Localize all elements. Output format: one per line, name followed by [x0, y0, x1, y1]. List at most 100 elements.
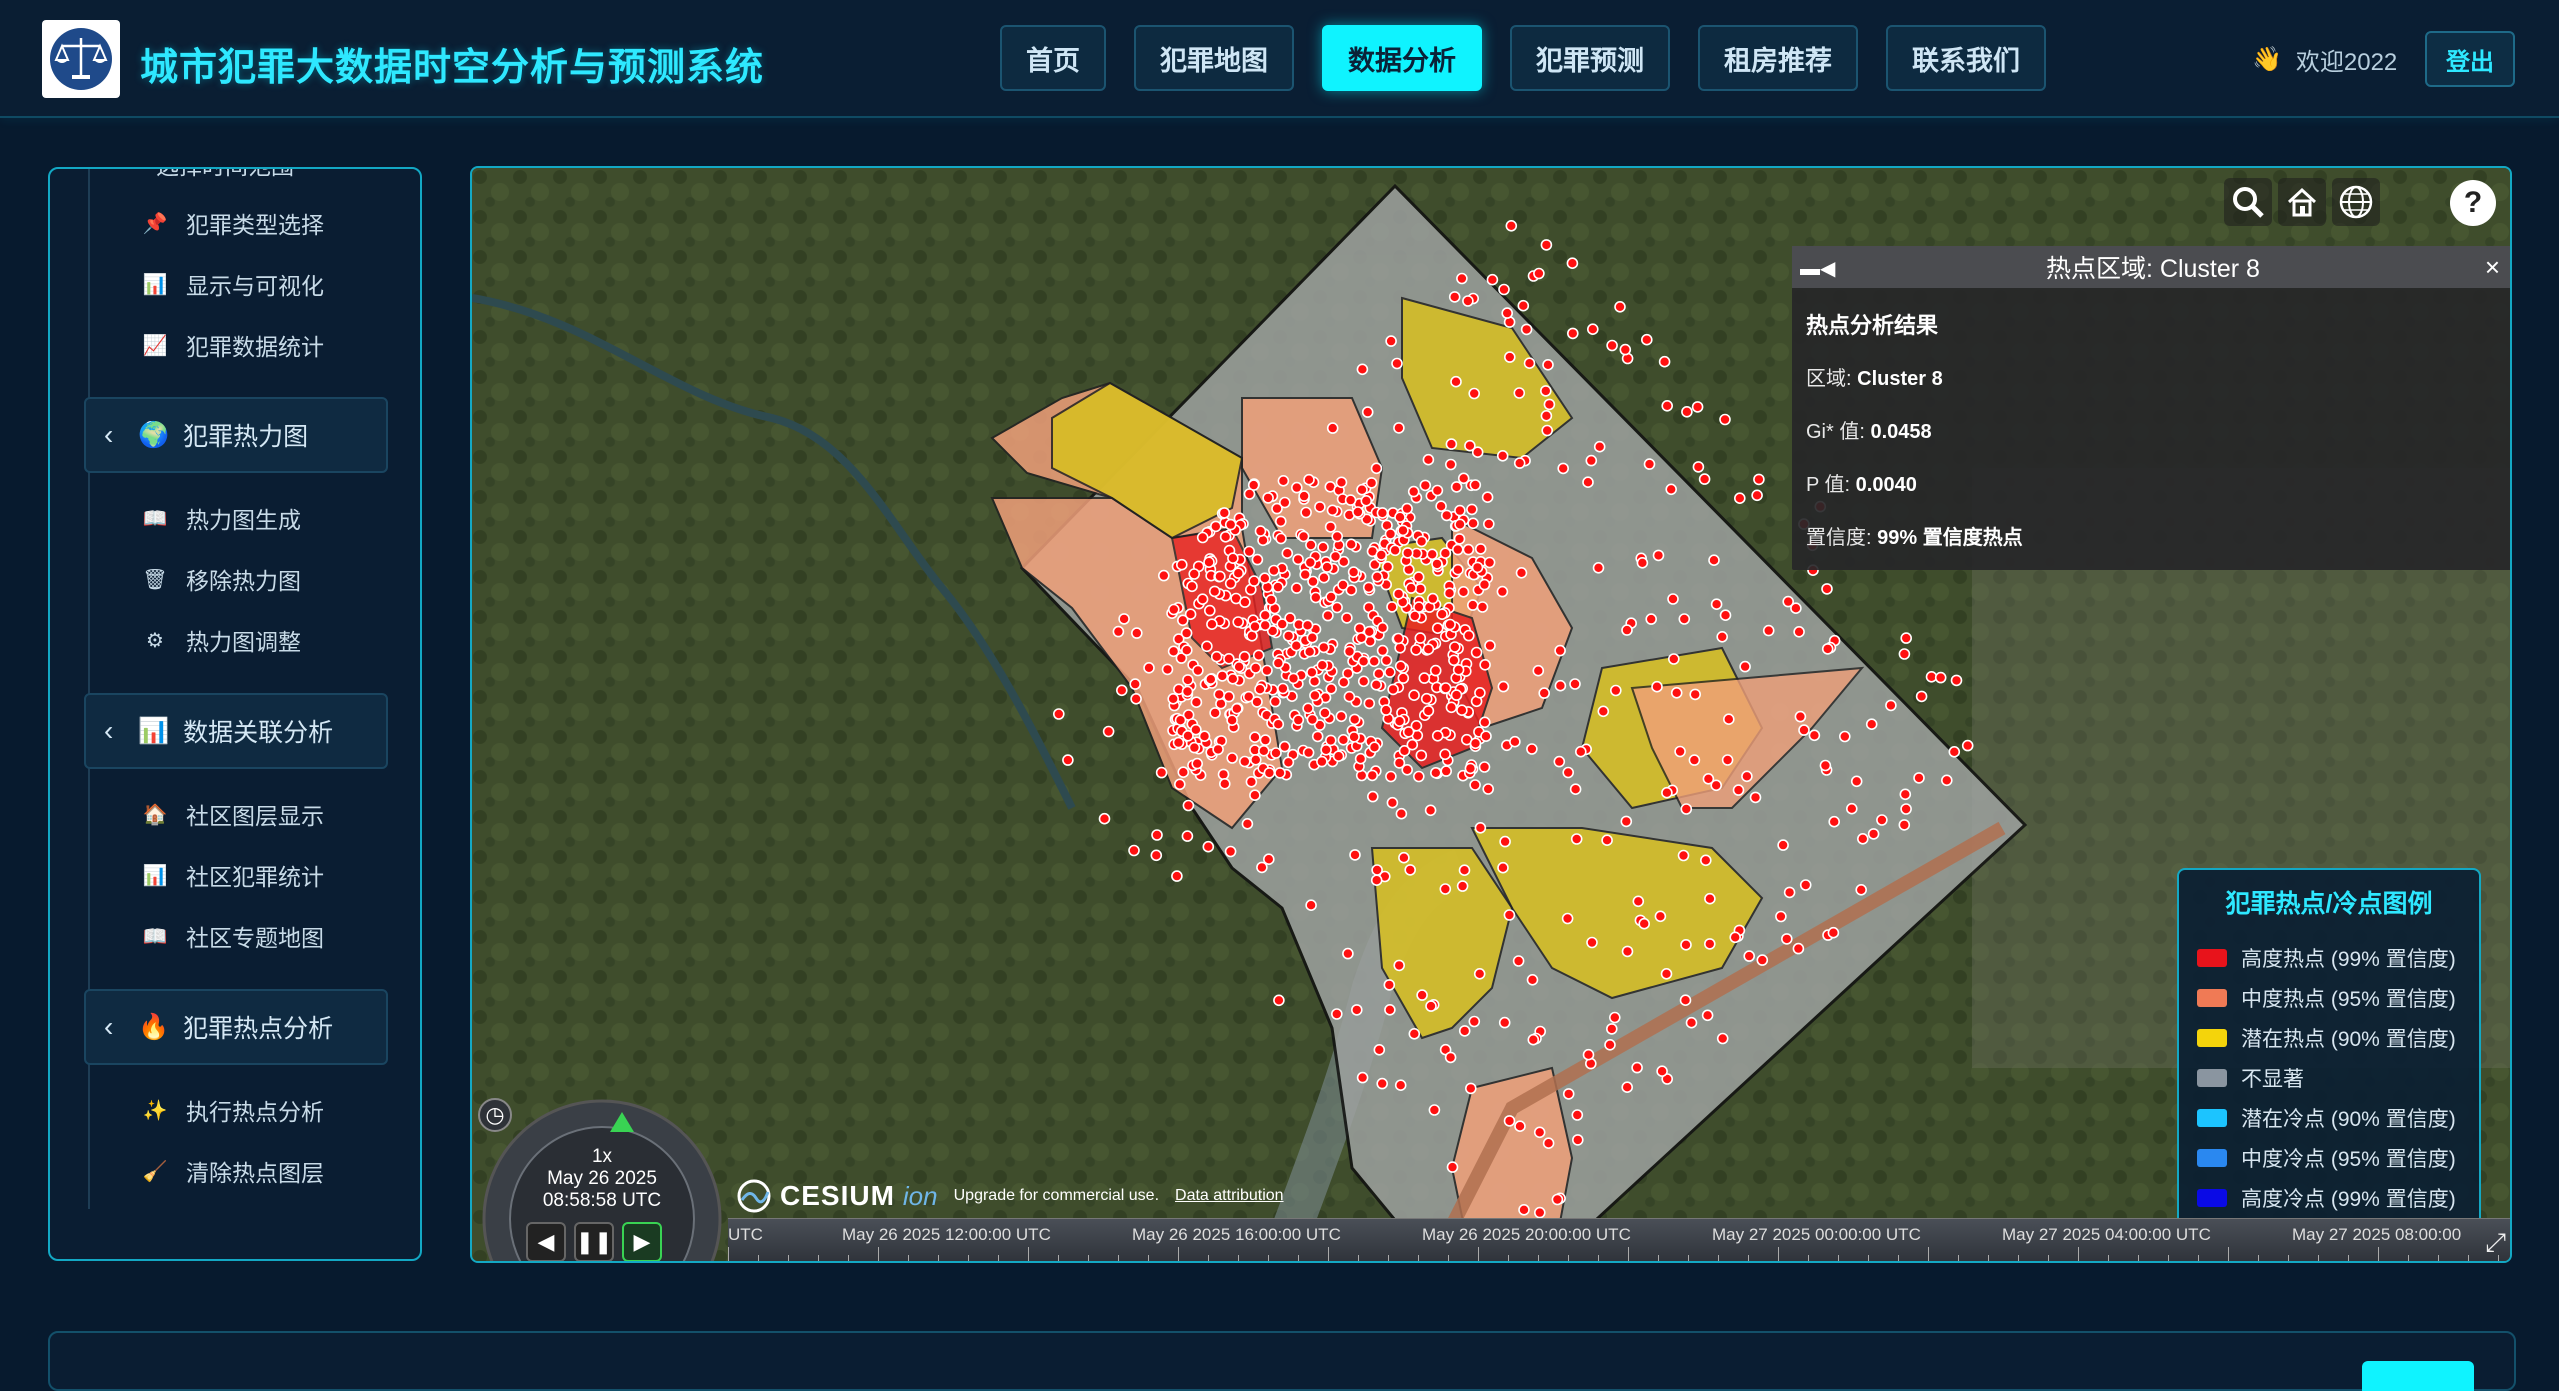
crime-point[interactable] — [1915, 690, 1928, 703]
crime-point[interactable] — [1384, 528, 1397, 540]
crime-point[interactable] — [1216, 670, 1229, 682]
crime-point[interactable] — [1281, 547, 1294, 560]
crime-point[interactable] — [1118, 613, 1130, 625]
clock-icon[interactable]: ◷ — [478, 1098, 512, 1132]
crime-point[interactable] — [1203, 556, 1215, 569]
crime-point[interactable] — [1450, 481, 1463, 493]
crime-point[interactable] — [1756, 954, 1769, 966]
crime-point[interactable] — [1238, 755, 1251, 768]
crime-point[interactable] — [1408, 610, 1421, 622]
crime-point[interactable] — [1210, 650, 1223, 663]
crime-point[interactable] — [1150, 849, 1163, 862]
sidebar-item-heatmap-remove[interactable]: 🗑 移除热力图 — [142, 559, 301, 599]
crime-point[interactable] — [1428, 1104, 1441, 1116]
crime-point[interactable] — [1172, 736, 1185, 749]
crime-point[interactable] — [1846, 802, 1858, 815]
crime-point[interactable] — [1464, 1082, 1477, 1095]
crime-point[interactable] — [1504, 351, 1516, 363]
crime-point[interactable] — [1363, 697, 1376, 710]
crime-point[interactable] — [1898, 648, 1911, 660]
crime-point[interactable] — [1412, 770, 1425, 783]
crime-point[interactable] — [1224, 577, 1237, 590]
sidebar-item-community-layer[interactable]: 🏠 社区图层显示 — [142, 794, 324, 834]
crime-point[interactable] — [1631, 1061, 1643, 1074]
sidebar-group-hotspot[interactable]: ‹ 🔥 犯罪热点分析 — [84, 989, 388, 1065]
crime-point[interactable] — [1429, 766, 1442, 779]
crime-point[interactable] — [1620, 815, 1633, 828]
crime-point[interactable] — [1513, 387, 1526, 399]
crime-point[interactable] — [1309, 591, 1322, 604]
logout-button[interactable]: 登出 — [2425, 31, 2515, 87]
crime-point[interactable] — [1885, 699, 1897, 712]
crime-point[interactable] — [1404, 864, 1417, 876]
crime-point[interactable] — [1719, 413, 1731, 426]
crime-point[interactable] — [1223, 652, 1235, 665]
crime-point[interactable] — [1277, 474, 1290, 487]
crime-point[interactable] — [1794, 710, 1807, 723]
crime-point[interactable] — [1450, 689, 1463, 701]
crime-point[interactable] — [1177, 766, 1190, 779]
sidebar-item-community-thematic[interactable]: 📖 社区专题地图 — [142, 916, 324, 956]
crime-point[interactable] — [1212, 743, 1224, 756]
crime-point[interactable] — [1643, 458, 1656, 470]
crime-point[interactable] — [1692, 461, 1705, 473]
crime-point[interactable] — [1496, 585, 1509, 598]
crime-point[interactable] — [1368, 655, 1381, 668]
crime-point[interactable] — [1401, 502, 1413, 515]
crime-point[interactable] — [1479, 658, 1491, 671]
crime-point[interactable] — [1254, 525, 1267, 537]
crime-point[interactable] — [1273, 994, 1285, 1007]
crime-point[interactable] — [1454, 518, 1466, 531]
crime-point[interactable] — [1272, 657, 1285, 669]
crime-point[interactable] — [1474, 686, 1486, 699]
crime-point[interactable] — [1192, 664, 1204, 677]
crime-point[interactable] — [1561, 912, 1574, 925]
crime-point[interactable] — [1098, 812, 1111, 825]
sidebar-item-display[interactable]: 📊 显示与可视化 — [142, 264, 324, 304]
crime-point[interactable] — [1651, 680, 1663, 693]
crime-point[interactable] — [1668, 653, 1680, 665]
crime-point[interactable] — [1592, 561, 1605, 574]
crime-point[interactable] — [1636, 556, 1649, 569]
crime-point[interactable] — [1466, 599, 1479, 611]
crime-point[interactable] — [1941, 774, 1953, 787]
crime-point[interactable] — [1743, 950, 1755, 962]
crime-point[interactable] — [1497, 861, 1509, 874]
crime-point[interactable] — [1275, 532, 1287, 545]
crime-point[interactable] — [1431, 558, 1443, 570]
crime-point[interactable] — [1790, 602, 1802, 615]
close-icon[interactable]: × — [2485, 252, 2500, 283]
crime-point[interactable] — [1680, 938, 1692, 951]
crime-point[interactable] — [1468, 1015, 1481, 1028]
help-icon[interactable]: ? — [2450, 180, 2496, 226]
crime-point[interactable] — [1798, 724, 1810, 736]
crime-point[interactable] — [1540, 385, 1552, 397]
crime-point[interactable] — [1562, 1088, 1575, 1100]
crime-point[interactable] — [1478, 761, 1491, 773]
crime-point[interactable] — [1474, 543, 1487, 555]
crime-point[interactable] — [1238, 650, 1251, 663]
crime-point[interactable] — [1331, 601, 1343, 614]
crime-point[interactable] — [1435, 500, 1447, 513]
crime-point[interactable] — [1214, 570, 1226, 583]
crime-point[interactable] — [1232, 616, 1245, 628]
crime-point[interactable] — [1272, 718, 1285, 731]
crime-point[interactable] — [1821, 643, 1834, 655]
crime-point[interactable] — [1468, 387, 1481, 400]
crime-point[interactable] — [1353, 622, 1366, 635]
crime-point[interactable] — [1678, 613, 1691, 625]
crime-point[interactable] — [1619, 343, 1632, 356]
crime-point[interactable] — [1514, 1120, 1526, 1133]
crime-point[interactable] — [1129, 678, 1142, 690]
crime-point[interactable] — [1587, 323, 1599, 335]
crime-point[interactable] — [1385, 770, 1397, 783]
crime-point[interactable] — [1387, 683, 1399, 696]
crime-point[interactable] — [1196, 593, 1209, 606]
crime-point[interactable] — [1182, 799, 1195, 812]
crime-point[interactable] — [1350, 1004, 1363, 1016]
crime-point[interactable] — [1318, 571, 1330, 584]
bottom-action-button[interactable] — [2362, 1361, 2474, 1391]
crime-point[interactable] — [1392, 632, 1405, 645]
crime-point[interactable] — [1570, 833, 1583, 845]
crime-point[interactable] — [1443, 587, 1456, 600]
